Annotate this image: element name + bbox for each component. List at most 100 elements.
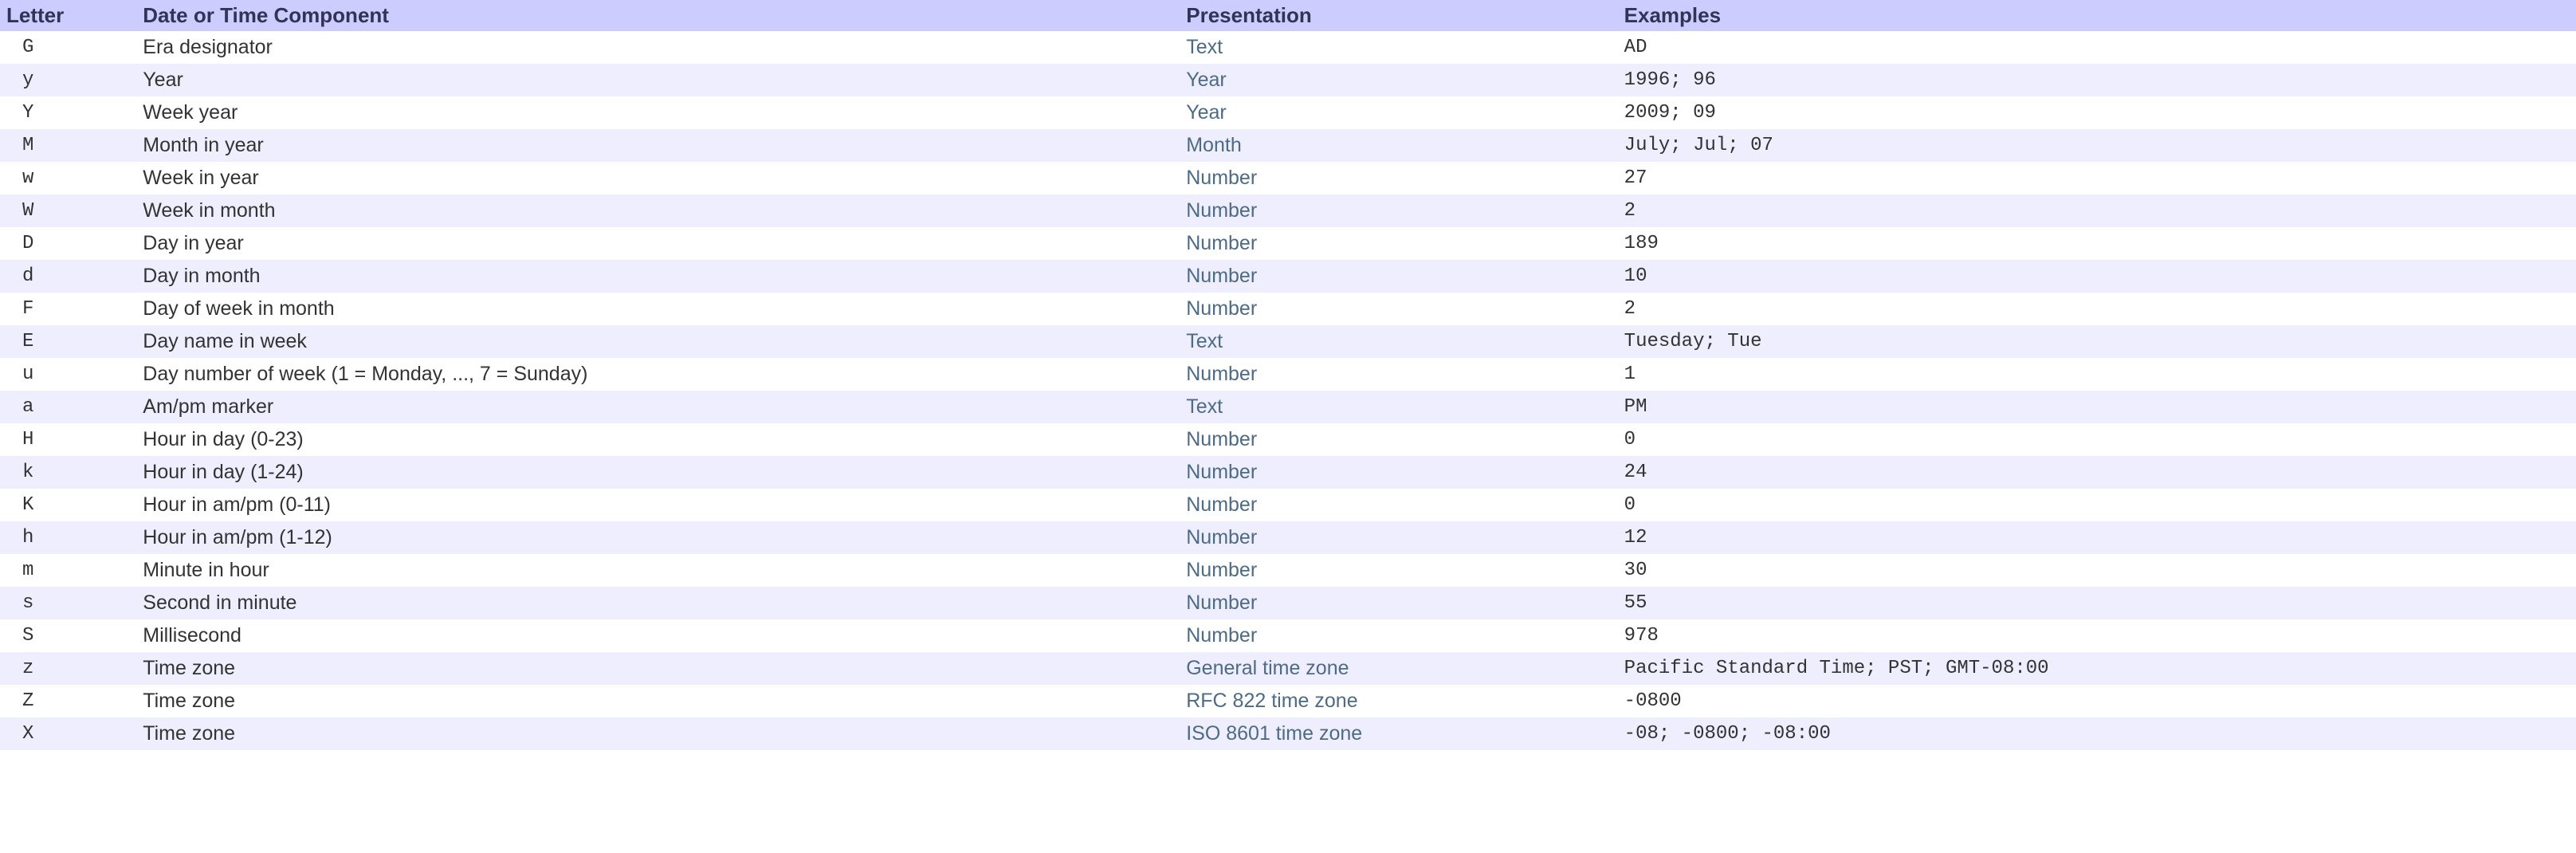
table-row: EDay name in week Text Tuesday; Tue [0, 325, 2576, 358]
presentation-link[interactable]: Number [1186, 526, 1257, 548]
cell-examples: -08; -0800; -08:00 [1618, 717, 2576, 750]
cell-presentation: RFC 822 time zone [1180, 685, 1617, 717]
cell-examples: 0 [1618, 423, 2576, 456]
header-row: Letter Date or Time Component Presentati… [0, 0, 2576, 31]
presentation-link[interactable]: Number [1186, 592, 1257, 614]
cell-presentation: Number [1180, 554, 1617, 587]
cell-presentation: Number [1180, 456, 1617, 489]
presentation-link[interactable]: General time zone [1186, 657, 1349, 679]
cell-presentation: Text [1180, 31, 1617, 64]
presentation-link[interactable]: Month [1186, 134, 1241, 156]
presentation-link[interactable]: Number [1186, 428, 1257, 450]
presentation-link[interactable]: Text [1186, 330, 1223, 352]
cell-letter: E [0, 325, 136, 358]
cell-component: Day name in week [136, 325, 1180, 358]
header-letter: Letter [0, 0, 136, 31]
cell-presentation: Number [1180, 521, 1617, 554]
table-row: XTime zoneISO 8601 time zone-08; -0800; … [0, 717, 2576, 750]
cell-presentation: Number [1180, 619, 1617, 652]
cell-examples: 2 [1618, 293, 2576, 325]
cell-presentation: Year [1180, 64, 1617, 96]
cell-component: Second in minute [136, 587, 1180, 619]
cell-letter: h [0, 521, 136, 554]
cell-letter: W [0, 195, 136, 227]
cell-examples: 55 [1618, 587, 2576, 619]
cell-examples: 189 [1618, 227, 2576, 260]
cell-presentation: ISO 8601 time zone [1180, 717, 1617, 750]
presentation-link[interactable]: Number [1186, 199, 1257, 222]
cell-presentation: Number [1180, 423, 1617, 456]
cell-component: Week in year [136, 162, 1180, 195]
table-row: sSecond in minuteNumber55 [0, 587, 2576, 619]
cell-component: Hour in day (1-24) [136, 456, 1180, 489]
table-row: DDay in yearNumber189 [0, 227, 2576, 260]
cell-component: Era designator [136, 31, 1180, 64]
table-row: YWeek yearYear2009; 09 [0, 96, 2576, 129]
table-row: uDay number of week (1 = Monday, ..., 7 … [0, 358, 2576, 391]
cell-letter: w [0, 162, 136, 195]
cell-presentation: Month [1180, 129, 1617, 162]
presentation-link[interactable]: Number [1186, 461, 1257, 483]
cell-component: Day in year [136, 227, 1180, 260]
presentation-link[interactable]: Number [1186, 624, 1257, 647]
table-row: hHour in am/pm (1-12)Number12 [0, 521, 2576, 554]
cell-component: Minute in hour [136, 554, 1180, 587]
cell-examples: 24 [1618, 456, 2576, 489]
cell-examples: Pacific Standard Time; PST; GMT-08:00 [1618, 652, 2576, 685]
cell-letter: Z [0, 685, 136, 717]
table-row: SMillisecond Number 978 [0, 619, 2576, 652]
presentation-link[interactable]: Number [1186, 297, 1257, 320]
cell-letter: G [0, 31, 136, 64]
cell-presentation: Year [1180, 96, 1617, 129]
presentation-link[interactable]: Number [1186, 167, 1257, 189]
table-row: FDay of week in month Number 2 [0, 293, 2576, 325]
cell-presentation: Number [1180, 260, 1617, 293]
cell-examples: Tuesday; Tue [1618, 325, 2576, 358]
presentation-link[interactable]: Number [1186, 265, 1257, 287]
cell-presentation: Number [1180, 587, 1617, 619]
cell-presentation: Text [1180, 325, 1617, 358]
table-row: yYearYear1996; 96 [0, 64, 2576, 96]
cell-letter: S [0, 619, 136, 652]
cell-letter: M [0, 129, 136, 162]
cell-examples: -0800 [1618, 685, 2576, 717]
cell-examples: 30 [1618, 554, 2576, 587]
cell-examples: 0 [1618, 489, 2576, 521]
presentation-link[interactable]: Number [1186, 363, 1257, 385]
cell-examples: 2 [1618, 195, 2576, 227]
cell-letter: z [0, 652, 136, 685]
table-row: mMinute in hour Number 30 [0, 554, 2576, 587]
cell-letter: F [0, 293, 136, 325]
table-row: HHour in day (0-23) Number 0 [0, 423, 2576, 456]
cell-letter: m [0, 554, 136, 587]
presentation-link[interactable]: Number [1186, 493, 1257, 516]
presentation-link[interactable]: RFC 822 time zone [1186, 690, 1357, 712]
presentation-link[interactable]: ISO 8601 time zone [1186, 722, 1362, 745]
presentation-link[interactable]: Text [1186, 36, 1223, 58]
cell-letter: Y [0, 96, 136, 129]
cell-component: Hour in am/pm (0-11) [136, 489, 1180, 521]
cell-component: Day number of week (1 = Monday, ..., 7 =… [136, 358, 1180, 391]
table-row: GEra designatorTextAD [0, 31, 2576, 64]
cell-component: Time zone [136, 685, 1180, 717]
cell-component: Millisecond [136, 619, 1180, 652]
presentation-link[interactable]: Text [1186, 395, 1223, 418]
table-row: aAm/pm markerTextPM [0, 391, 2576, 423]
presentation-link[interactable]: Year [1186, 101, 1227, 124]
cell-presentation: Number [1180, 227, 1617, 260]
cell-presentation: Text [1180, 391, 1617, 423]
cell-component: Hour in day (0-23) [136, 423, 1180, 456]
table-row: dDay in monthNumber10 [0, 260, 2576, 293]
presentation-link[interactable]: Year [1186, 69, 1227, 91]
cell-component: Time zone [136, 717, 1180, 750]
cell-component: Month in year [136, 129, 1180, 162]
cell-letter: H [0, 423, 136, 456]
cell-letter: a [0, 391, 136, 423]
presentation-link[interactable]: Number [1186, 559, 1257, 581]
cell-component: Day of week in month [136, 293, 1180, 325]
table-row: kHour in day (1-24)Number24 [0, 456, 2576, 489]
presentation-link[interactable]: Number [1186, 232, 1257, 254]
cell-examples: 27 [1618, 162, 2576, 195]
cell-examples: 978 [1618, 619, 2576, 652]
cell-component: Year [136, 64, 1180, 96]
